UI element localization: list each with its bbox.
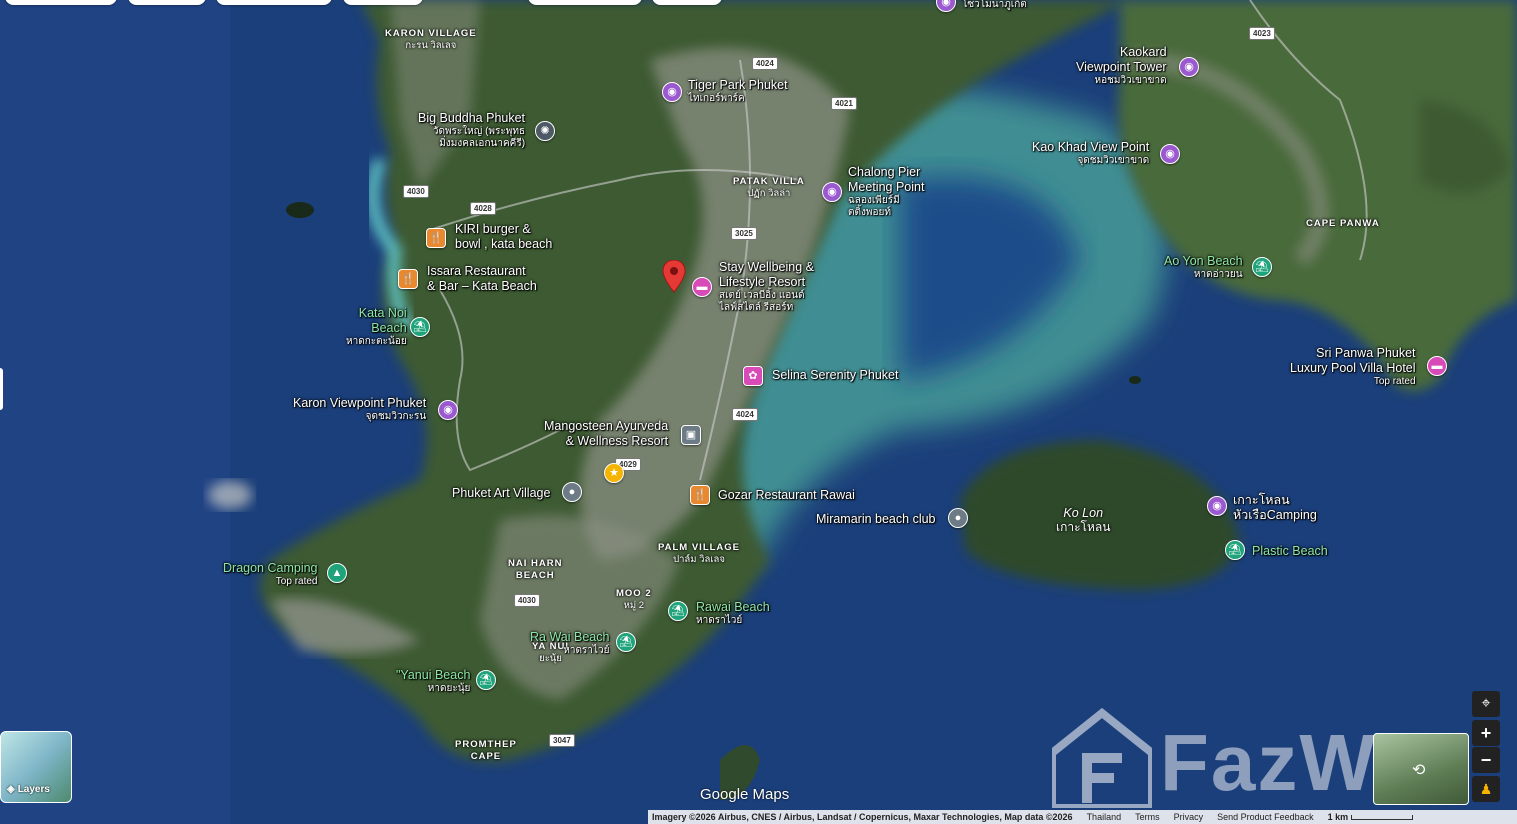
satellite-map[interactable] (0, 0, 1517, 824)
camera-icon[interactable]: ◉ (822, 182, 842, 202)
layers-icon: ◈ (7, 784, 15, 795)
zoom-in-button[interactable]: + (1472, 720, 1500, 746)
area-patak-villa: PATAK VILLA ปฏัก วิลล่า (733, 176, 805, 199)
road-shield: 4028 (470, 202, 496, 215)
place-issara-restaurant[interactable]: Issara Restaurant & Bar – Kata Beach (427, 264, 537, 294)
street-view-thumbnail[interactable]: ⟲ (1373, 733, 1469, 805)
camera-icon[interactable]: ◉ (1207, 496, 1227, 516)
place-tiger-park[interactable]: Tiger Park Phuket ไทเกอร์พาร์ค (688, 78, 788, 105)
zoom-out-button[interactable]: − (1472, 747, 1500, 773)
place-stay-wellbeing[interactable]: Stay Wellbeing & Lifestyle Resort สเตย์ เว… (719, 260, 814, 314)
beach-icon[interactable]: ⛱ (1225, 540, 1245, 560)
place-kao-khad-viewpoint[interactable]: Kao Khad View Point จุดชมวิวเขาขาด (1032, 140, 1149, 167)
camera-icon[interactable]: ◉ (1179, 57, 1199, 77)
place-icon[interactable]: ● (948, 508, 968, 528)
island-ko-lon: Ko Lon เกาะโหลน (1056, 506, 1111, 534)
google-maps-logo: Google Maps (700, 786, 790, 803)
place-big-buddha[interactable]: Big Buddha Phuket วัดพระใหญ่ (พระพุทธ มิ่ง… (418, 111, 525, 150)
area-nai-harn: NAI HARN BEACH (508, 558, 563, 581)
area-promthep-cape: PROMTHEP CAPE (455, 739, 517, 762)
attribution-bar: Imagery ©2026 Airbus, CNES / Airbus, Lan… (648, 810, 1517, 824)
place-miramarin-beach-club[interactable]: Miramarin beach club (816, 512, 936, 527)
spa-icon[interactable]: ▣ (681, 425, 701, 445)
feedback-link[interactable]: Send Product Feedback (1217, 812, 1314, 822)
scale-bar[interactable]: 1 km (1328, 812, 1414, 822)
pegman-button[interactable]: ♟ (1472, 776, 1500, 802)
place-plastic-beach[interactable]: Plastic Beach (1252, 544, 1328, 559)
plus-icon: + (1480, 722, 1492, 743)
hotel-icon[interactable]: ▬ (692, 277, 712, 297)
place-karon-viewpoint[interactable]: Karon Viewpoint Phuket จุดชมวิวกะรน (293, 396, 426, 423)
place-phuket-art-village[interactable]: Phuket Art Village (452, 486, 550, 501)
minus-icon: − (1480, 749, 1492, 770)
beach-icon[interactable]: ⛱ (476, 670, 496, 690)
hotel-icon[interactable]: ▬ (1427, 356, 1447, 376)
crosshair-icon: ⌖ (1481, 695, 1491, 712)
temple-icon[interactable]: ✺ (535, 121, 555, 141)
area-moo-2: MOO 2 หมู่ 2 (616, 588, 652, 611)
spa-icon[interactable]: ✿ (743, 366, 763, 386)
my-location-button[interactable]: ⌖ (1472, 691, 1500, 717)
road-shield: 4030 (403, 185, 429, 198)
place-kaokard-viewpoint[interactable]: Kaokard Viewpoint Tower หอชมวิวเขาขาด (1076, 45, 1167, 87)
road-shield: 4023 (1249, 27, 1275, 40)
side-panel-toggle[interactable] (0, 368, 3, 410)
camera-icon[interactable]: ◉ (1160, 144, 1180, 164)
place-kata-noi-beach[interactable]: Kata Noi Beach หาดกะตะน้อย (346, 306, 407, 348)
place-selina-serenity[interactable]: Selina Serenity Phuket (772, 368, 898, 383)
beach-icon[interactable]: ⛱ (668, 601, 688, 621)
camera-icon[interactable]: ◉ (662, 82, 682, 102)
layers-button[interactable]: ◈ Layers (0, 731, 72, 803)
place-yanui-beach[interactable]: "Yanui Beach หาดยะนุ้ย (396, 668, 470, 695)
place-icon[interactable]: ● (562, 482, 582, 502)
imagery-attribution: Imagery ©2026 Airbus, CNES / Airbus, Lan… (652, 812, 1073, 822)
place-gozar-restaurant[interactable]: Gozar Restaurant Rawai (718, 488, 855, 503)
road-shield: 4024 (732, 408, 758, 421)
filter-chip[interactable] (343, 0, 423, 5)
place-sri-panwa[interactable]: Sri Panwa Phuket Luxury Pool Villa Hotel T… (1290, 346, 1416, 388)
place-ao-yon-beach[interactable]: Ao Yon Beach หาดอ่าวยน (1164, 254, 1243, 281)
filter-chip[interactable] (128, 0, 206, 5)
area-cape-panwa: CAPE PANWA (1306, 218, 1380, 229)
terms-link[interactable]: Terms (1135, 812, 1160, 822)
country-link[interactable]: Thailand (1087, 812, 1122, 822)
place-chalong-pier[interactable]: Chalong Pier Meeting Point ฉลองเพียร์มี ตติ… (848, 165, 924, 219)
place-kiri-burger[interactable]: KIRI burger & bowl , kata beach (455, 222, 552, 252)
filter-chip[interactable] (528, 0, 642, 5)
place-ra-wai-beach[interactable]: Ra Wai Beach หาดราไวย์ (530, 630, 609, 657)
pegman-icon: ♟ (1479, 780, 1493, 797)
area-palm-village: PALM VILLAGE ปาล์ม วิลเลจ (658, 542, 741, 565)
place-ko-lon-camping[interactable]: เกาะโหลน หัวเรือCamping (1233, 493, 1317, 523)
road-shield: 3047 (549, 734, 575, 747)
restaurant-icon[interactable]: 🍴 (690, 485, 710, 505)
area-karon-village: KARON VILLAGE กะรน วิลเลจ (385, 28, 477, 51)
road-shield: 3025 (731, 227, 757, 240)
beach-icon[interactable]: ⛱ (1252, 257, 1272, 277)
place-rawai-beach[interactable]: Rawai Beach หาดราไวย์ (696, 600, 770, 627)
place-label: โซวโมนาภูเก็ต (962, 0, 1027, 10)
place-dragon-camping[interactable]: Dragon Camping Top rated (223, 561, 318, 588)
road-shield: 4024 (752, 57, 778, 70)
beach-icon[interactable]: ⛱ (616, 632, 636, 652)
road-shield: 4030 (514, 594, 540, 607)
restaurant-icon[interactable]: 🍴 (398, 269, 418, 289)
fazwaz-logo-icon (1048, 707, 1156, 812)
star-icon[interactable]: ★ (604, 463, 624, 483)
road-shield: 4021 (831, 97, 857, 110)
place-mangosteen[interactable]: Mangosteen Ayurveda & Wellness Resort (544, 419, 668, 449)
privacy-link[interactable]: Privacy (1174, 812, 1204, 822)
filter-chip[interactable] (5, 0, 117, 5)
camera-icon[interactable]: ◉ (438, 400, 458, 420)
filter-chip[interactable] (652, 0, 722, 5)
selected-location-pin[interactable] (662, 260, 686, 294)
campground-icon[interactable]: ▲ (327, 563, 347, 583)
rotate-view-icon: ⟲ (1412, 762, 1426, 779)
restaurant-icon[interactable]: 🍴 (426, 228, 446, 248)
beach-icon[interactable]: ⛱ (410, 317, 430, 337)
filter-chip[interactable] (216, 0, 332, 5)
